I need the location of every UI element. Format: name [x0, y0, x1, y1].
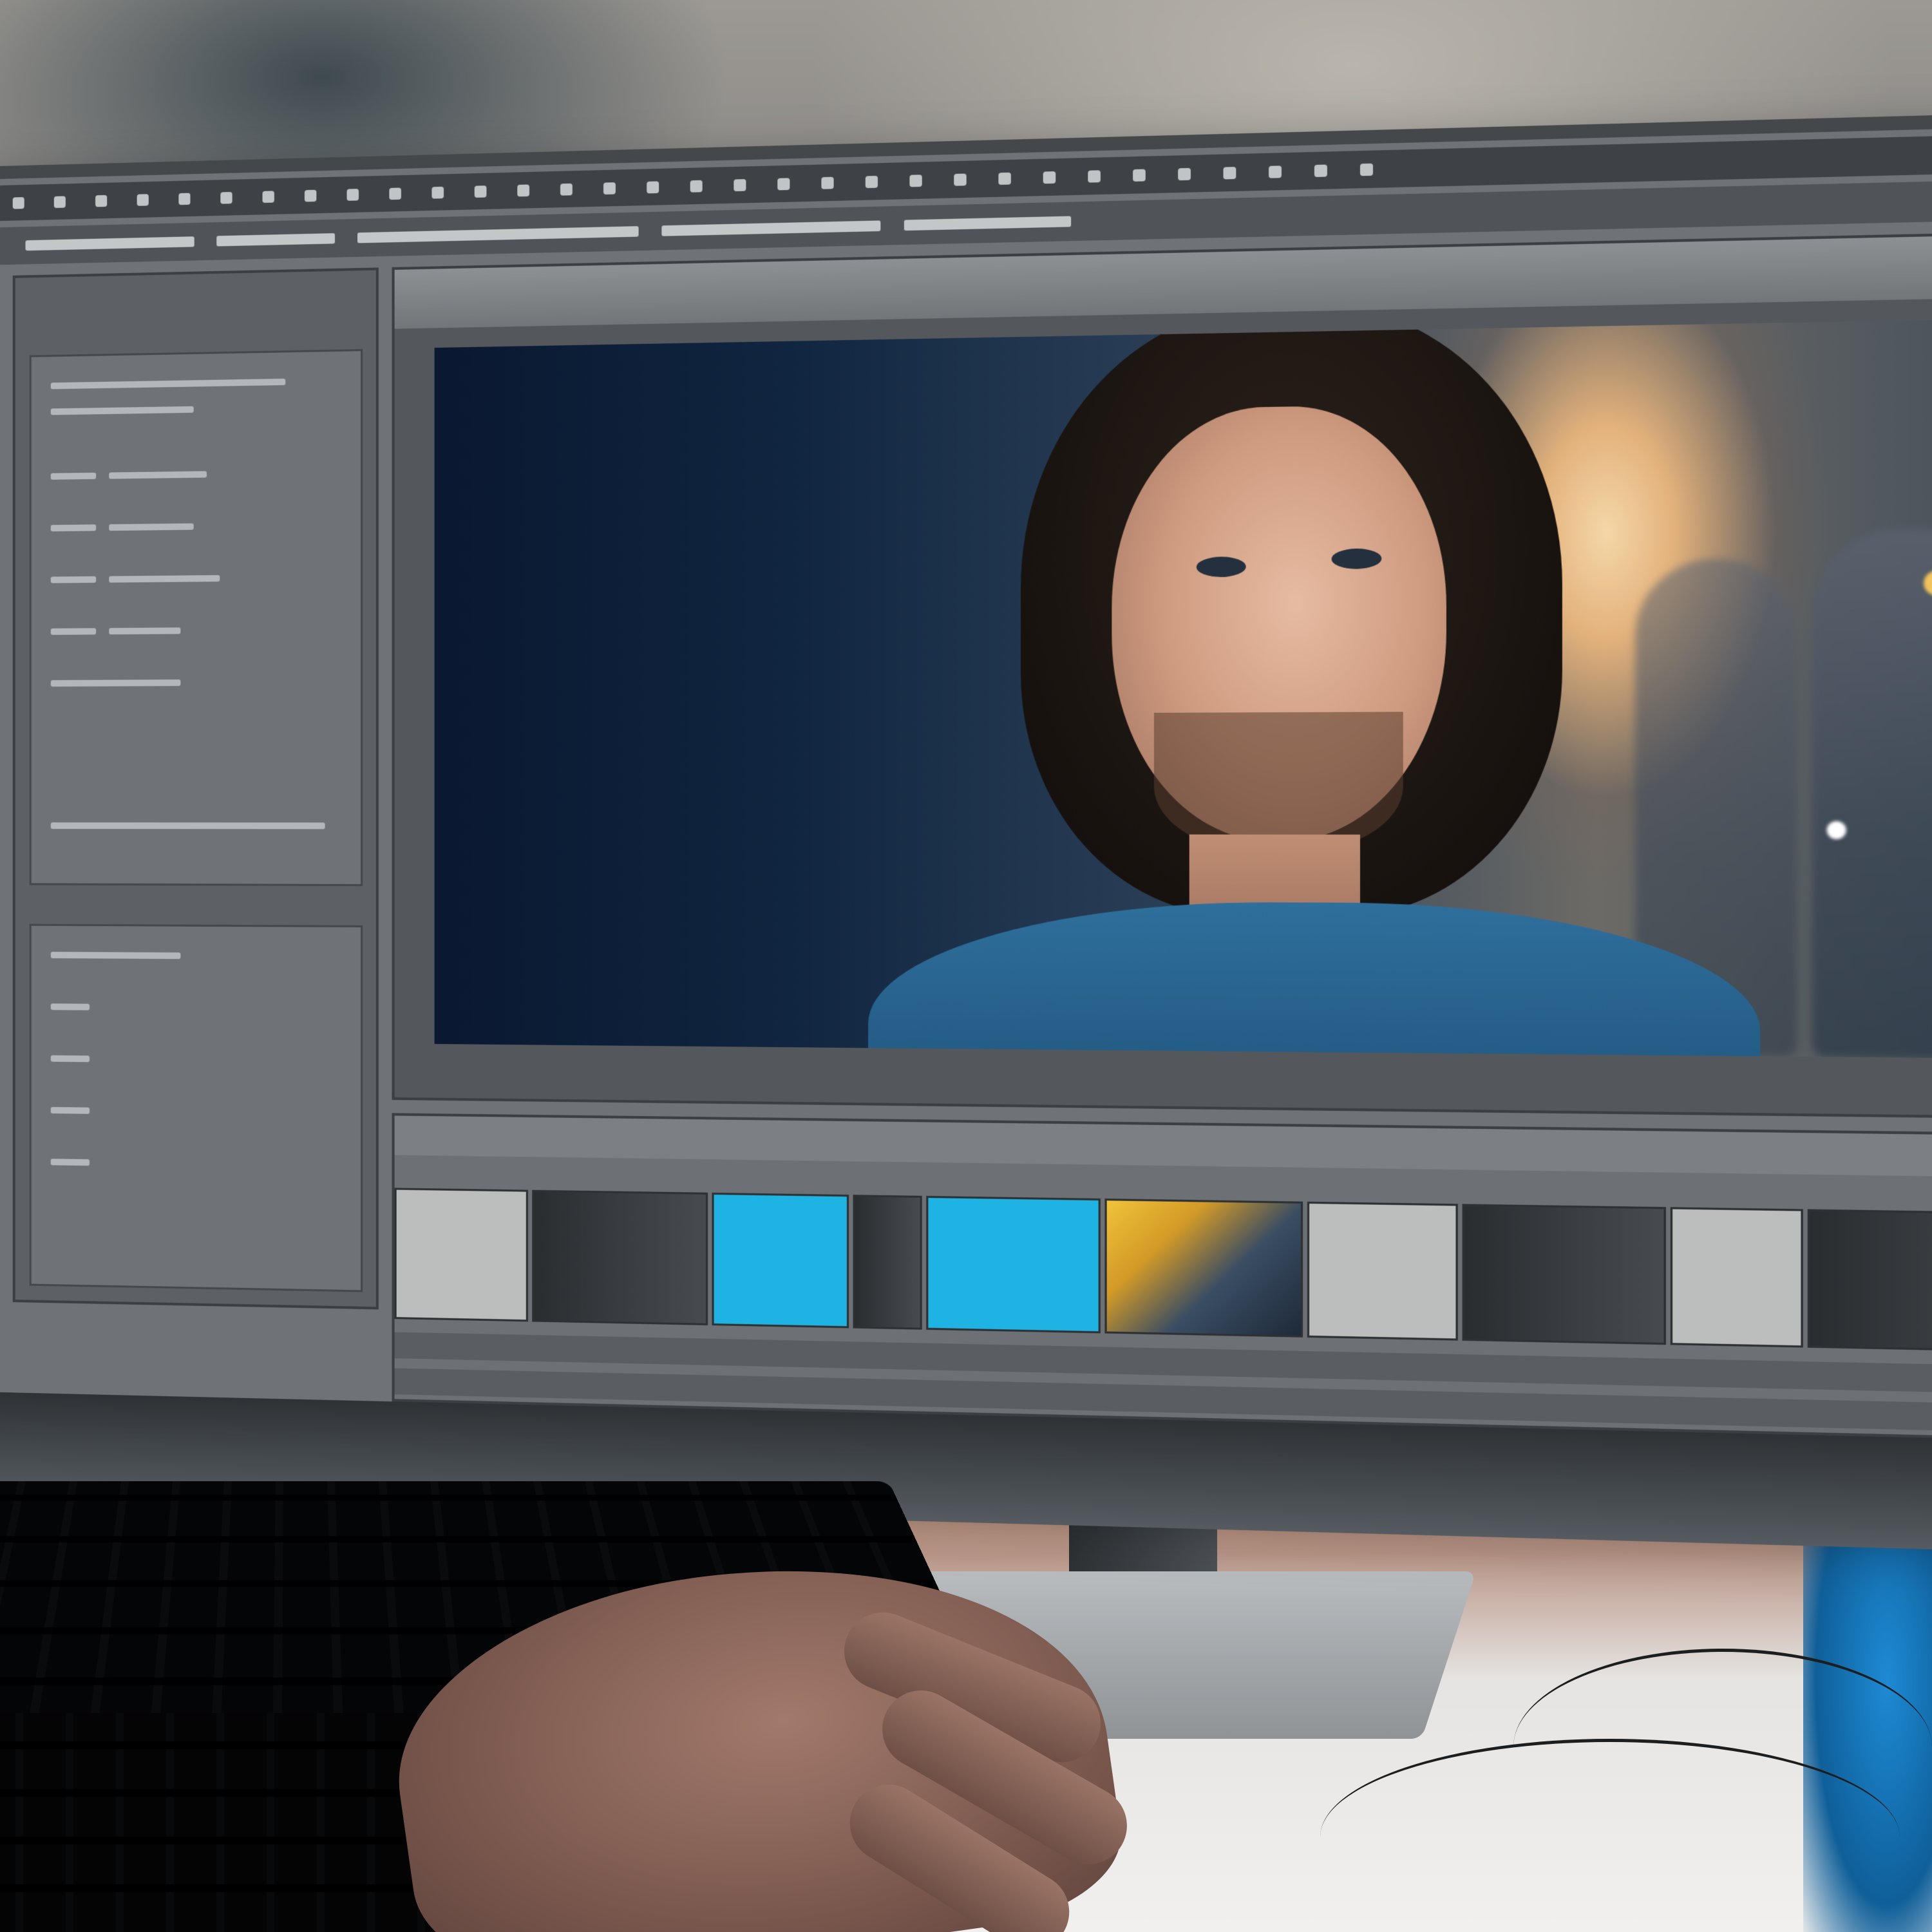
- panel-row[interactable]: [51, 1003, 90, 1010]
- panel-row[interactable]: [51, 1056, 90, 1063]
- menu-glyph-icon[interactable]: [821, 176, 833, 189]
- cable: [1320, 1739, 1900, 1932]
- timeline-clip[interactable]: [1463, 1204, 1666, 1345]
- blurred-title-text: [904, 216, 1071, 231]
- video-frame[interactable]: [435, 316, 1932, 1059]
- person-shirt: [868, 901, 1760, 1059]
- menu-glyph-icon[interactable]: [263, 191, 274, 203]
- menu-glyph-icon[interactable]: [517, 184, 529, 196]
- menu-glyph-icon[interactable]: [305, 189, 316, 202]
- menu-glyph-icon[interactable]: [1224, 167, 1236, 179]
- timeline-clip[interactable]: [712, 1193, 849, 1329]
- menu-glyph-icon[interactable]: [178, 193, 190, 205]
- panel-row[interactable]: [51, 406, 194, 415]
- menu-glyph-icon[interactable]: [560, 183, 573, 195]
- menu-glyph-icon[interactable]: [998, 172, 1010, 184]
- monitor-screen: [0, 124, 1932, 1457]
- menu-glyph-icon[interactable]: [866, 175, 878, 187]
- timeline-clip[interactable]: [1307, 1202, 1458, 1341]
- menu-glyph-icon[interactable]: [431, 186, 444, 198]
- panel-row[interactable]: [51, 628, 96, 635]
- panel-row[interactable]: [109, 524, 193, 531]
- menu-glyph-icon[interactable]: [54, 196, 66, 208]
- timeline-clip[interactable]: [1808, 1209, 1932, 1353]
- menu-glyph-icon[interactable]: [734, 179, 746, 191]
- panel-row[interactable]: [51, 1107, 90, 1114]
- photo-scene: [0, 0, 1932, 1932]
- menu-glyph-icon[interactable]: [1088, 170, 1101, 182]
- menu-glyph-icon[interactable]: [220, 191, 232, 204]
- blurred-title-text: [216, 233, 335, 246]
- menu-glyph-icon[interactable]: [777, 178, 790, 190]
- timeline-panel: [392, 1113, 1932, 1443]
- panel-row[interactable]: [51, 473, 96, 480]
- panel-row[interactable]: [51, 1159, 90, 1166]
- timeline-clip[interactable]: [532, 1190, 708, 1325]
- menu-glyph-icon[interactable]: [95, 194, 107, 207]
- menu-glyph-icon[interactable]: [1314, 164, 1327, 177]
- panel-row[interactable]: [51, 822, 325, 829]
- background-figure: [1812, 528, 1932, 1059]
- menu-glyph-icon[interactable]: [13, 197, 24, 209]
- panel-row[interactable]: [109, 471, 207, 478]
- panel-section: [30, 924, 363, 1293]
- panel-row[interactable]: [51, 524, 96, 531]
- panel-row[interactable]: [51, 379, 285, 389]
- timeline-clip[interactable]: [1104, 1198, 1303, 1338]
- monitor: [0, 110, 1932, 1513]
- panel-section: [30, 349, 363, 886]
- person-beard: [1154, 712, 1403, 855]
- menu-glyph-icon[interactable]: [909, 175, 922, 187]
- panel-row[interactable]: [51, 576, 96, 583]
- menu-glyph-icon[interactable]: [647, 181, 659, 193]
- timeline-clip[interactable]: [1671, 1207, 1803, 1347]
- panel-row[interactable]: [51, 679, 181, 687]
- menu-glyph-icon[interactable]: [1133, 169, 1146, 181]
- menu-glyph-icon[interactable]: [389, 187, 401, 200]
- timeline-ruler[interactable]: [395, 1115, 1932, 1179]
- panel-row[interactable]: [51, 952, 181, 959]
- blurred-title-text: [661, 220, 880, 236]
- blurred-title-text: [357, 226, 639, 243]
- project-panel: [13, 267, 379, 1309]
- menu-glyph-icon[interactable]: [1269, 166, 1282, 178]
- timeline-clip[interactable]: [395, 1188, 528, 1321]
- panel-row[interactable]: [109, 627, 180, 634]
- menu-glyph-icon[interactable]: [1360, 163, 1373, 176]
- menu-glyph-icon[interactable]: [1043, 171, 1056, 184]
- program-monitor: [392, 229, 1932, 1120]
- timeline-clip[interactable]: [926, 1196, 1101, 1333]
- panel-row[interactable]: [109, 575, 220, 583]
- timeline-clip[interactable]: [853, 1195, 922, 1330]
- blurred-title-text: [26, 236, 194, 251]
- bokeh-light: [1827, 821, 1846, 839]
- menu-glyph-icon[interactable]: [690, 180, 703, 192]
- menu-glyph-icon[interactable]: [137, 194, 149, 206]
- menu-glyph-icon[interactable]: [475, 185, 487, 198]
- menu-glyph-icon[interactable]: [347, 189, 359, 201]
- menu-glyph-icon[interactable]: [954, 173, 966, 185]
- menu-glyph-icon[interactable]: [603, 182, 616, 194]
- menu-glyph-icon[interactable]: [1178, 167, 1191, 180]
